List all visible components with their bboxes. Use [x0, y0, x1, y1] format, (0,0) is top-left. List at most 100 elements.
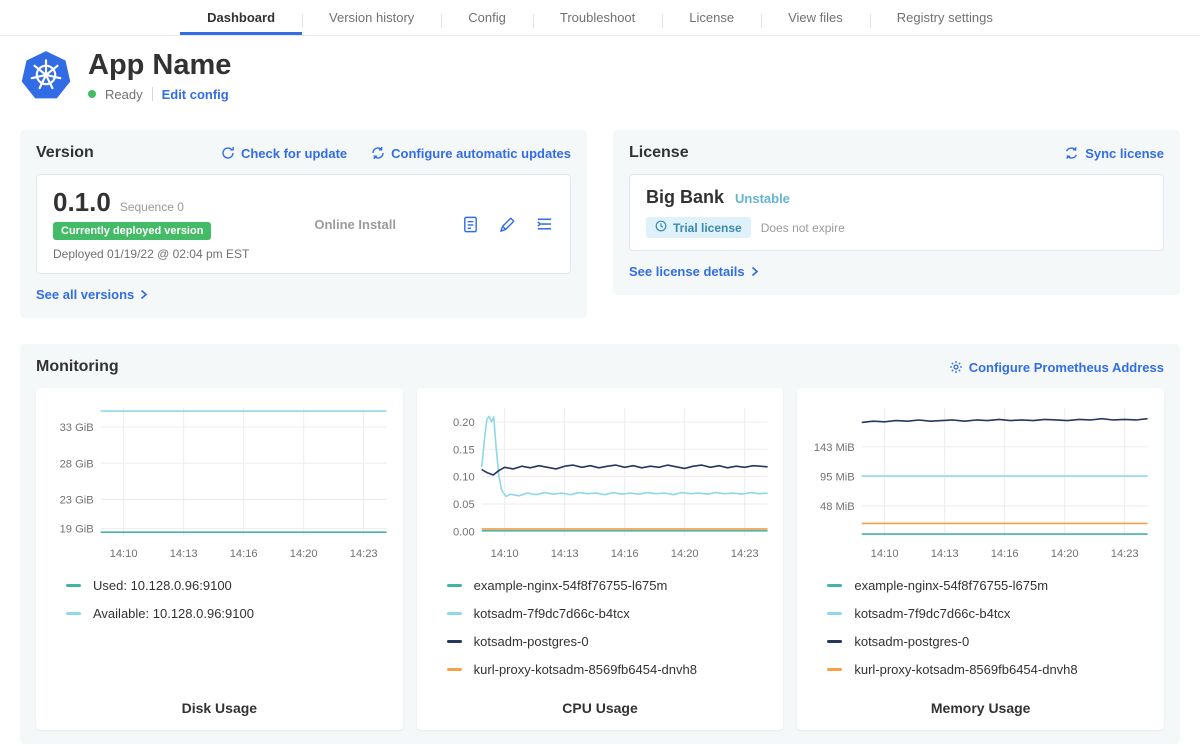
refresh-icon [221, 146, 235, 160]
legend-item: Available: 10.128.0.96:9100 [66, 606, 393, 621]
current-version-panel: 0.1.0 Sequence 0 Currently deployed vers… [36, 174, 571, 274]
svg-text:14:20: 14:20 [1051, 548, 1079, 560]
version-card-title: Version [36, 144, 94, 162]
legend-item: Used: 10.128.0.96:9100 [66, 578, 393, 593]
legend-item: kurl-proxy-kotsadm-8569fb6454-dnvh8 [827, 662, 1154, 677]
status-text: Ready [105, 87, 143, 102]
legend-swatch [447, 640, 462, 643]
legend-item: example-nginx-54f8f76755-l675m [447, 578, 774, 593]
svg-text:14:16: 14:16 [610, 548, 638, 560]
legend-label: kotsadm-7f9dc7d66c-b4tcx [474, 606, 630, 621]
legend-swatch [66, 584, 81, 587]
svg-text:95 MiB: 95 MiB [820, 472, 855, 484]
license-card-title: License [629, 144, 689, 162]
svg-text:0.15: 0.15 [453, 444, 475, 456]
legend-label: kotsadm-postgres-0 [474, 634, 589, 649]
gear-icon [949, 360, 963, 374]
auto-update-icon [371, 146, 385, 160]
svg-text:14:13: 14:13 [170, 548, 198, 560]
legend-label: Available: 10.128.0.96:9100 [93, 606, 254, 621]
disk-usage-title: Disk Usage [46, 690, 393, 716]
disk-legend: Used: 10.128.0.96:9100 Available: 10.128… [46, 578, 393, 634]
cpu-legend: example-nginx-54f8f76755-l675m kotsadm-7… [427, 578, 774, 690]
legend-item: kotsadm-postgres-0 [447, 634, 774, 649]
legend-swatch [447, 612, 462, 615]
legend-label: kurl-proxy-kotsadm-8569fb6454-dnvh8 [854, 662, 1077, 677]
deployed-badge: Currently deployed version [53, 222, 211, 240]
svg-text:14:16: 14:16 [230, 548, 258, 560]
chevron-right-icon [751, 266, 759, 277]
legend-swatch [827, 584, 842, 587]
see-license-details-link[interactable]: See license details [629, 264, 759, 279]
svg-text:14:23: 14:23 [1111, 548, 1139, 560]
disk-usage-card: 14:1014:1314:1614:2014:2319 GiB23 GiB28 … [36, 388, 403, 730]
edit-config-link[interactable]: Edit config [162, 87, 229, 102]
cpu-usage-card: 14:1014:1314:1614:2014:230.000.050.100.1… [417, 388, 784, 730]
svg-text:0.00: 0.00 [453, 527, 475, 539]
configure-automatic-updates-button[interactable]: Configure automatic updates [371, 146, 571, 161]
tab-troubleshoot[interactable]: Troubleshoot [533, 0, 662, 35]
tab-view-files[interactable]: View files [761, 0, 870, 35]
channel-label: Unstable [735, 191, 790, 206]
divider [152, 87, 153, 101]
kots-dashboard-page: Dashboard Version history Config Trouble… [0, 0, 1200, 746]
version-number: 0.1.0 [53, 187, 111, 218]
legend-label: kotsadm-postgres-0 [854, 634, 969, 649]
svg-text:14:23: 14:23 [350, 548, 378, 560]
app-header: App Name Ready Edit config [20, 50, 1180, 102]
legend-label: example-nginx-54f8f76755-l675m [474, 578, 668, 593]
svg-text:14:13: 14:13 [550, 548, 578, 560]
memory-usage-chart: 14:10 14:13 14:16 14:20 14:23 48 MiB 95 MiB 143… [807, 398, 1154, 568]
legend-swatch [827, 668, 842, 671]
trial-license-badge: Trial license [646, 217, 751, 238]
customer-name: Big Bank [646, 187, 724, 208]
legend-swatch [827, 612, 842, 615]
deployed-timestamp: Deployed 01/19/22 @ 02:04 pm EST [53, 247, 249, 261]
install-type-label: Online Install [249, 217, 461, 232]
release-notes-icon[interactable] [461, 215, 480, 234]
tab-registry-settings[interactable]: Registry settings [870, 0, 1020, 35]
sync-license-button[interactable]: Sync license [1064, 146, 1164, 161]
legend-item: example-nginx-54f8f76755-l675m [827, 578, 1154, 593]
version-card: Version Check for update Con [20, 130, 587, 318]
check-for-update-button[interactable]: Check for update [221, 146, 347, 161]
svg-text:33 GiB: 33 GiB [60, 422, 94, 434]
legend-label: kurl-proxy-kotsadm-8569fb6454-dnvh8 [474, 662, 697, 677]
svg-text:143 MiB: 143 MiB [814, 442, 855, 454]
legend-label: example-nginx-54f8f76755-l675m [854, 578, 1048, 593]
svg-text:0.10: 0.10 [453, 472, 475, 484]
legend-label: kotsadm-7f9dc7d66c-b4tcx [854, 606, 1010, 621]
legend-swatch [66, 612, 81, 615]
license-panel: Big Bank Unstable Trial license Does not… [629, 174, 1164, 251]
tab-config[interactable]: Config [441, 0, 533, 35]
svg-text:14:20: 14:20 [290, 548, 318, 560]
legend-item: kotsadm-7f9dc7d66c-b4tcx [447, 606, 774, 621]
svg-text:14:10: 14:10 [110, 548, 138, 560]
license-card: License Sync license Big Bank Unstable [613, 130, 1180, 295]
svg-text:14:16: 14:16 [991, 548, 1019, 560]
legend-swatch [447, 668, 462, 671]
svg-text:0.20: 0.20 [453, 417, 475, 429]
configure-prometheus-link[interactable]: Configure Prometheus Address [949, 360, 1164, 375]
svg-text:48 MiB: 48 MiB [820, 501, 855, 513]
svg-text:19 GiB: 19 GiB [60, 524, 94, 536]
see-all-versions-link[interactable]: See all versions [36, 287, 148, 302]
legend-item: kotsadm-postgres-0 [827, 634, 1154, 649]
legend-item: kotsadm-7f9dc7d66c-b4tcx [827, 606, 1154, 621]
memory-usage-card: 14:10 14:13 14:16 14:20 14:23 48 MiB 95 MiB 143… [797, 388, 1164, 730]
expiry-text: Does not expire [761, 221, 845, 235]
svg-text:14:10: 14:10 [871, 548, 899, 560]
legend-label: Used: 10.128.0.96:9100 [93, 578, 232, 593]
legend-swatch [447, 584, 462, 587]
app-name-title: App Name [88, 50, 231, 80]
cpu-usage-title: CPU Usage [427, 690, 774, 716]
clock-icon [655, 220, 667, 235]
tab-version-history[interactable]: Version history [302, 0, 441, 35]
svg-text:14:13: 14:13 [931, 548, 959, 560]
memory-legend: example-nginx-54f8f76755-l675m kotsadm-7… [807, 578, 1154, 690]
edit-version-config-icon[interactable] [498, 215, 517, 234]
deploy-logs-icon[interactable] [535, 215, 554, 234]
tab-dashboard[interactable]: Dashboard [180, 0, 302, 35]
memory-usage-title: Memory Usage [807, 690, 1154, 716]
tab-license[interactable]: License [662, 0, 761, 35]
